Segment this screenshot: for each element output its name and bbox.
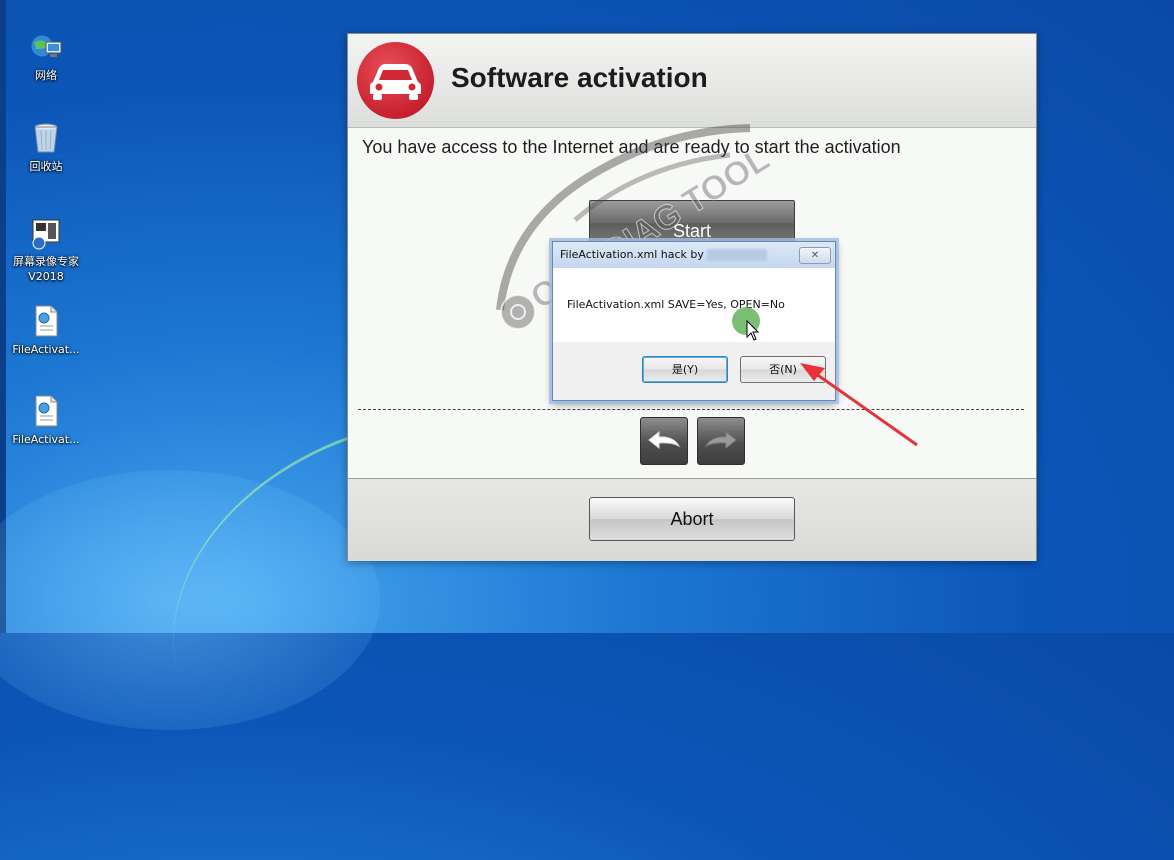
activation-message: You have access to the Internet and are … <box>362 137 901 157</box>
network-icon <box>29 30 63 64</box>
car-logo-icon <box>357 42 434 119</box>
close-icon[interactable]: ✕ <box>799 247 831 264</box>
desktop-icon-label: 回收站 <box>29 160 63 173</box>
desktop-icon-file-1[interactable]: FileActivat... <box>9 304 83 357</box>
redacted-text <box>707 249 767 261</box>
desktop-icon-recycle-bin[interactable]: 回收站 <box>9 121 83 174</box>
window-footer: Abort <box>348 478 1036 561</box>
no-button[interactable]: 否(N) <box>740 356 826 383</box>
forward-arrow-icon <box>704 430 737 450</box>
window-title: Software activation <box>451 62 708 93</box>
dialog-body: FileActivation.xml SAVE=Yes, OPEN=No <box>553 268 835 342</box>
dashed-divider <box>358 409 1024 410</box>
screen-recorder-icon <box>29 216 63 250</box>
dialog-title: FileActivation.xml hack by <box>560 248 704 261</box>
desktop-icon-label: FileActivat... <box>12 343 80 356</box>
desktop-icon-network[interactable]: 网络 <box>9 30 83 83</box>
desktop-icon-label: 网络 <box>35 69 57 82</box>
dialog-titlebar[interactable]: FileActivation.xml hack by ✕ <box>553 242 835 268</box>
xml-file-icon <box>29 394 63 428</box>
xml-file-icon <box>29 304 63 338</box>
abort-button[interactable]: Abort <box>589 497 795 541</box>
forward-button[interactable] <box>697 417 745 465</box>
start-button[interactable]: Start <box>589 200 795 246</box>
yes-button[interactable]: 是(Y) <box>642 356 728 383</box>
mouse-cursor-icon <box>746 320 760 341</box>
window-header: Software activation <box>348 34 1036 128</box>
back-button[interactable] <box>640 417 688 465</box>
desktop-icon-label: FileActivat... <box>12 433 80 446</box>
desktop-icon-file-2[interactable]: FileActivat... <box>9 394 83 447</box>
file-activation-dialog: FileActivation.xml hack by ✕ FileActivat… <box>552 241 836 401</box>
back-arrow-icon <box>648 430 681 450</box>
desktop-icon-label: 屏幕录像专家V2018 <box>13 255 79 283</box>
desktop-icon-screen-recorder[interactable]: 屏幕录像专家V2018 <box>9 216 83 284</box>
recycle-bin-icon <box>29 121 63 155</box>
